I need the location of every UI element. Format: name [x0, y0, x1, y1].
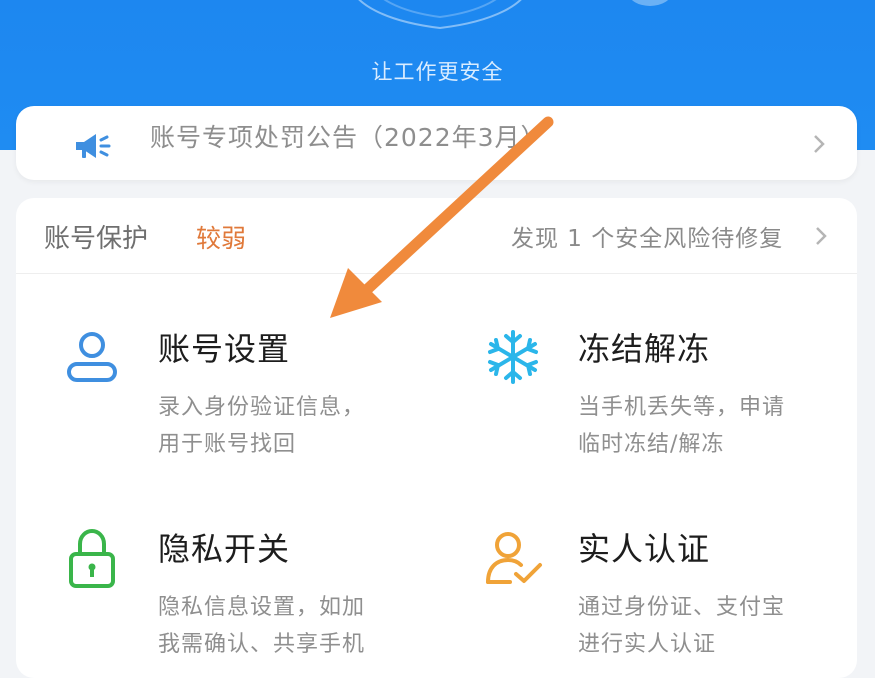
- notice-bar[interactable]: 账号专项处罚公告（2022年3月）: [16, 106, 857, 180]
- chevron-right-icon: [816, 227, 827, 245]
- feature-desc: 通过身份证、支付宝: [578, 595, 786, 620]
- feature-desc: 我需确认、共享手机: [158, 632, 366, 657]
- feature-desc: 进行实人认证: [578, 632, 717, 657]
- feature-freeze-unfreeze[interactable]: 冻结解冻 当手机丢失等，申请 临时冻结/解冻: [436, 308, 857, 468]
- feature-title: 实人认证: [578, 530, 711, 568]
- feature-real-name-verification[interactable]: 实人认证 通过身份证、支付宝 进行实人认证: [436, 508, 857, 668]
- feature-title: 冻结解冻: [578, 330, 711, 368]
- user-check-icon: [486, 532, 542, 584]
- protection-level: 较弱: [196, 224, 247, 253]
- user-icon: [67, 332, 117, 382]
- security-card: 账号保护 较弱 发现 1 个安全风险待修复 账号设置 录入身份验证信息， 用于账…: [16, 198, 857, 678]
- feature-title: 隐私开关: [158, 530, 291, 568]
- megaphone-icon: [76, 134, 111, 158]
- feature-privacy-switch[interactable]: 隐私开关 隐私信息设置，如加 我需确认、共享手机: [16, 508, 436, 668]
- feature-account-settings[interactable]: 账号设置 录入身份验证信息， 用于账号找回: [16, 308, 436, 468]
- snowflake-icon: [488, 330, 538, 384]
- feature-desc: 临时冻结/解冻: [578, 432, 725, 457]
- chevron-right-icon: [814, 135, 825, 153]
- account-protection-row[interactable]: 账号保护 较弱 发现 1 个安全风险待修复: [16, 198, 857, 274]
- feature-desc: 用于账号找回: [158, 432, 297, 457]
- header-slogan: 让工作更安全: [371, 60, 504, 84]
- shield-icon: [358, 0, 522, 30]
- notice-text: 账号专项处罚公告（2022年3月）: [150, 123, 547, 152]
- feature-title: 账号设置: [158, 330, 291, 368]
- lock-icon: [69, 528, 115, 588]
- risk-text: 发现 1 个安全风险待修复: [511, 226, 784, 252]
- feature-desc: 录入身份验证信息，: [158, 395, 366, 420]
- protection-label: 账号保护: [44, 224, 149, 254]
- header-decoration: [628, 0, 672, 6]
- feature-desc: 隐私信息设置，如加: [158, 595, 366, 620]
- feature-desc: 当手机丢失等，申请: [578, 395, 786, 420]
